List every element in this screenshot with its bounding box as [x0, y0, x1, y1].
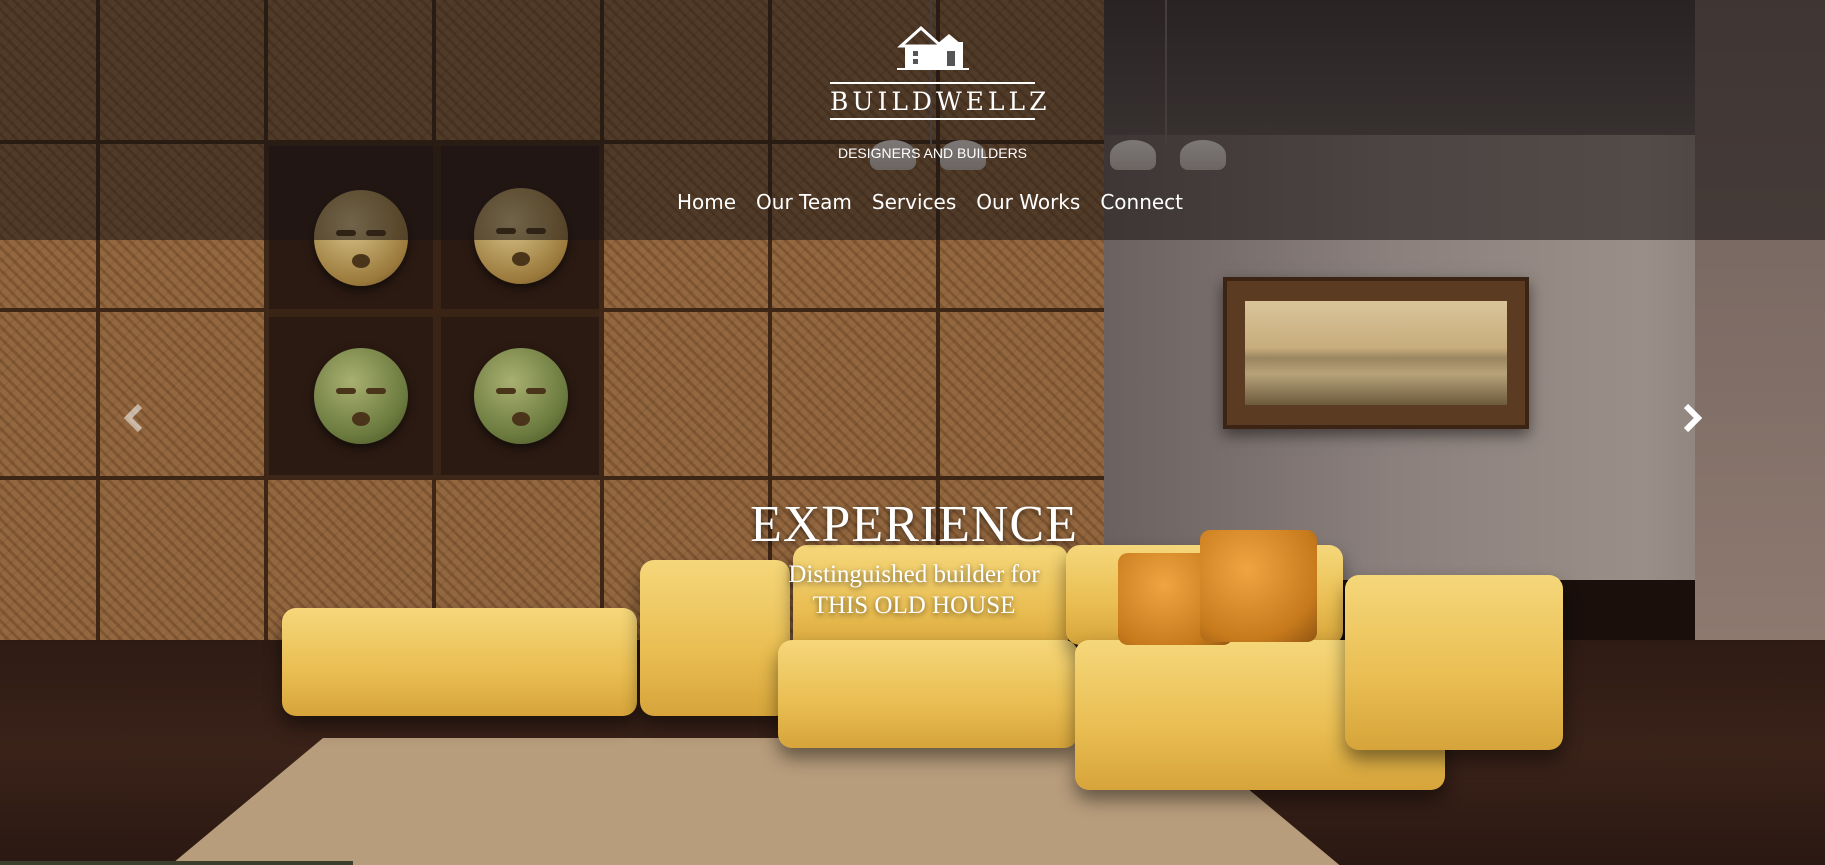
framed-landscape-painting: [1223, 277, 1529, 429]
slide-title: EXPERIENCE: [750, 496, 1078, 553]
nav-item-our-team[interactable]: Our Team: [756, 190, 852, 214]
nav-item-services[interactable]: Services: [872, 190, 956, 214]
african-mask: [314, 348, 408, 444]
chevron-left-icon: [123, 403, 143, 433]
house-logo-icon: [896, 25, 969, 70]
slide-subtitle-line2: THIS OLD HOUSE: [812, 592, 1016, 619]
throw-pillow: [1200, 530, 1317, 642]
nav-item-connect[interactable]: Connect: [1100, 190, 1183, 214]
brand-name: BUILDWELLZ: [830, 82, 1046, 120]
slide-progress-indicator: [0, 861, 353, 865]
slide-caption: EXPERIENCE Distinguished builder for THI…: [700, 495, 1128, 621]
nav-item-home[interactable]: Home: [677, 190, 736, 214]
chevron-right-icon: [1683, 403, 1703, 433]
african-mask: [474, 348, 568, 444]
brand-tagline: DESIGNERS AND BUILDERS: [837, 145, 1028, 161]
nav-item-our-works[interactable]: Our Works: [976, 190, 1080, 214]
hero-carousel: BUILDWELLZ DESIGNERS AND BUILDERS Home O…: [0, 0, 1825, 865]
brand-logo[interactable]: BUILDWELLZ: [830, 24, 1046, 120]
slide-subtitle-line1: Distinguished builder for: [788, 561, 1040, 588]
main-nav: Home Our Team Services Our Works Connect: [677, 190, 1183, 214]
carousel-prev-button[interactable]: [114, 396, 154, 440]
carousel-next-button[interactable]: [1672, 396, 1712, 440]
